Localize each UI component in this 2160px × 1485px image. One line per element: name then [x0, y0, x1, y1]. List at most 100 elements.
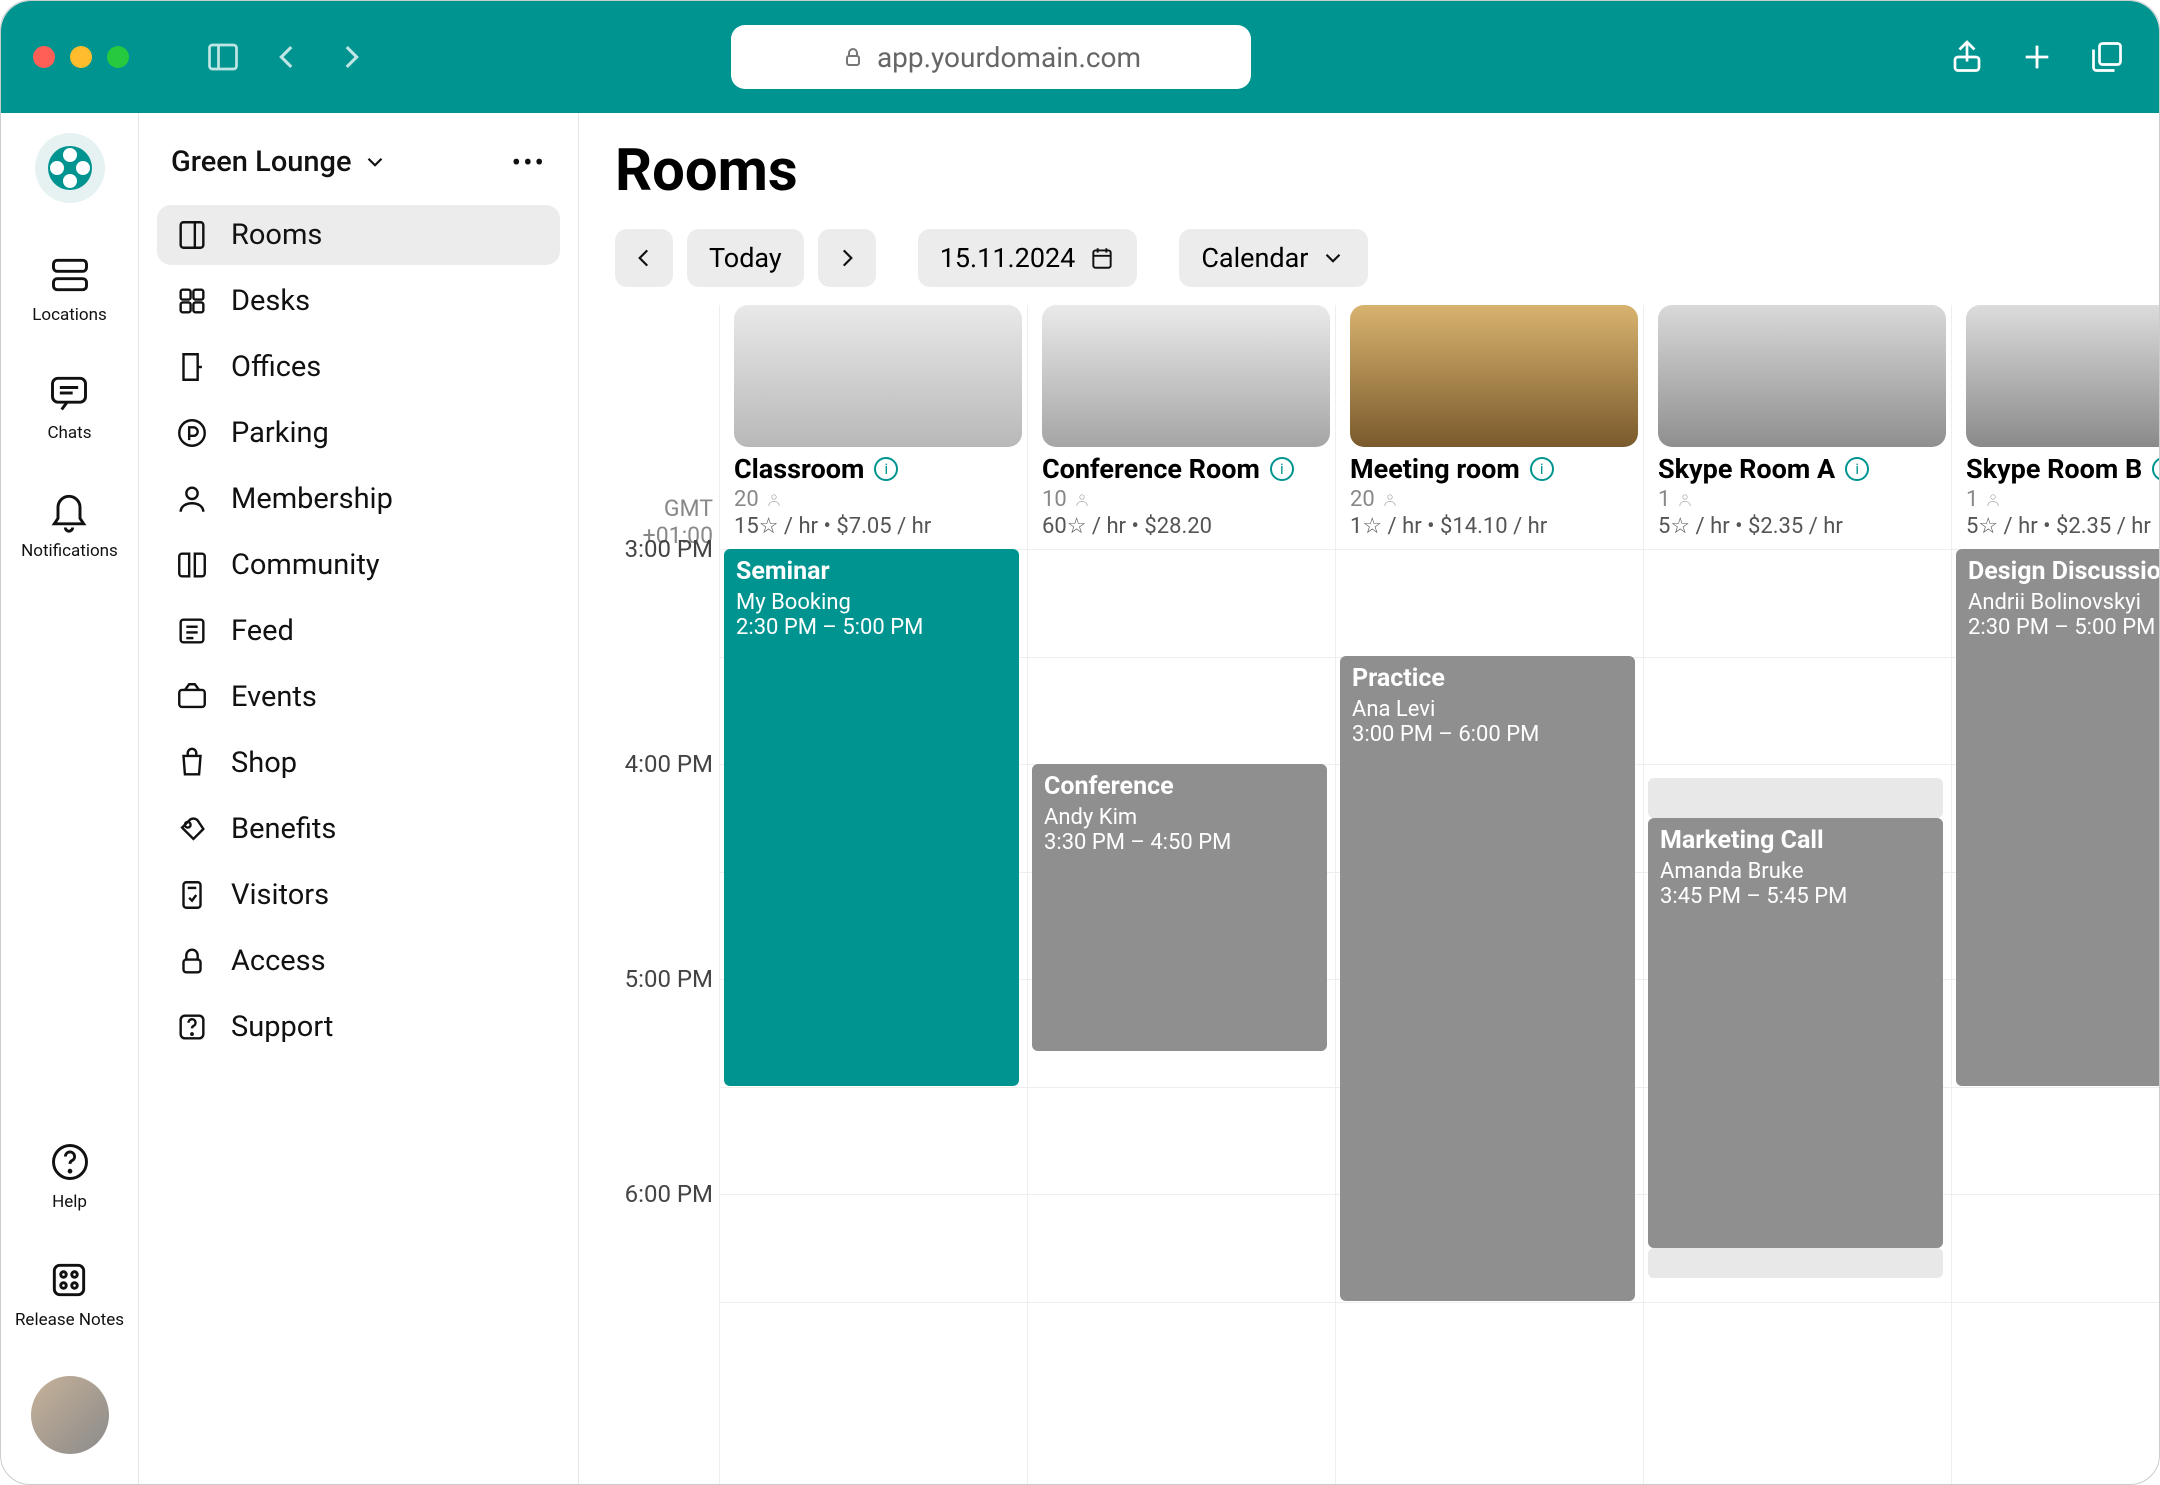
sidebar-item-support[interactable]: Support — [157, 997, 560, 1057]
rail-locations[interactable]: Locations — [32, 253, 107, 325]
sidebar-item-offices[interactable]: Offices — [157, 337, 560, 397]
rail-release-notes[interactable]: Release Notes — [15, 1258, 124, 1330]
room-grid[interactable]: Seminar My Booking 2:30 PM – 5:00 PM — [720, 549, 1027, 1409]
sidebar-item-rooms[interactable]: Rooms — [157, 205, 560, 265]
event-subtitle: Andy Kim — [1044, 805, 1315, 830]
access-icon — [175, 944, 209, 978]
new-tab-icon[interactable] — [2017, 37, 2057, 77]
booking-event[interactable]: Seminar My Booking 2:30 PM – 5:00 PM — [724, 549, 1019, 1086]
sidebar-toggle-icon[interactable] — [203, 37, 243, 77]
benefits-icon — [175, 812, 209, 846]
time-label: 4:00 PM — [625, 750, 713, 778]
today-button[interactable]: Today — [687, 229, 804, 287]
room-capacity: 1 — [1658, 487, 1670, 512]
view-selector[interactable]: Calendar — [1179, 229, 1368, 287]
person-icon — [1984, 491, 2002, 509]
prev-day-button[interactable] — [615, 229, 673, 287]
booking-event[interactable]: Design Discussion Andrii Bolinovskyi 2:3… — [1956, 549, 2159, 1086]
sidebar-item-visitors[interactable]: Visitors — [157, 865, 560, 925]
booking-event[interactable]: Marketing Call Amanda Bruke 3:45 PM – 5:… — [1648, 818, 1943, 1248]
room-grid[interactable]: Practice Ana Levi 3:00 PM – 6:00 PM — [1336, 549, 1643, 1409]
sidebar-item-access[interactable]: Access — [157, 931, 560, 991]
sidebar-item-membership[interactable]: Membership — [157, 469, 560, 529]
today-label: Today — [709, 242, 782, 274]
rail-notifications[interactable]: Notifications — [21, 489, 118, 561]
rail-label: Locations — [32, 305, 107, 325]
sidebar-item-shop[interactable]: Shop — [157, 733, 560, 793]
event-time: 2:30 PM – 5:00 PM — [1968, 615, 2159, 640]
next-day-button[interactable] — [818, 229, 876, 287]
event-title: Conference — [1044, 772, 1315, 801]
rooms-columns: Classroomi 20 15☆ / hr • $7.05 / hr Semi… — [719, 305, 2159, 1484]
date-picker[interactable]: 15.11.2024 — [918, 229, 1138, 287]
room-name: Classroom — [734, 453, 864, 485]
room-column: Classroomi 20 15☆ / hr • $7.05 / hr Semi… — [719, 305, 1027, 1484]
more-icon[interactable]: ••• — [512, 146, 546, 179]
nav-forward-icon[interactable] — [331, 37, 371, 77]
room-grid[interactable]: Marketing Call Amanda Bruke 3:45 PM – 5:… — [1644, 549, 1951, 1409]
minimize-window-icon[interactable] — [70, 46, 92, 68]
fullscreen-window-icon[interactable] — [107, 46, 129, 68]
info-icon[interactable]: i — [1530, 457, 1554, 481]
locations-icon — [48, 253, 92, 297]
chevron-down-icon — [362, 149, 388, 175]
location-name: Green Lounge — [171, 145, 352, 179]
sidebar-item-benefits[interactable]: Benefits — [157, 799, 560, 859]
room-grid[interactable]: Design Discussion Andrii Bolinovskyi 2:3… — [1952, 549, 2159, 1409]
sidebar-item-feed[interactable]: Feed — [157, 601, 560, 661]
booking-event[interactable]: Practice Ana Levi 3:00 PM – 6:00 PM — [1340, 656, 1635, 1301]
booking-padding — [1648, 778, 1943, 818]
room-rate: 1☆ / hr • $14.10 / hr — [1336, 514, 1643, 539]
share-icon[interactable] — [1947, 37, 1987, 77]
rail-label: Release Notes — [15, 1310, 124, 1330]
sidebar-item-label: Benefits — [231, 812, 336, 846]
tz-label: GMT — [664, 495, 713, 522]
room-capacity: 10 — [1042, 487, 1067, 512]
tabs-icon[interactable] — [2087, 37, 2127, 77]
info-icon[interactable]: i — [1270, 457, 1294, 481]
event-title: Seminar — [736, 557, 1007, 586]
url-text: app.yourdomain.com — [877, 41, 1141, 74]
sidebar: Green Lounge ••• Rooms Desks Offices Par… — [139, 113, 579, 1484]
event-subtitle: Andrii Bolinovskyi — [1968, 590, 2159, 615]
sidebar-item-label: Access — [231, 944, 326, 978]
room-header[interactable]: Classroomi 20 15☆ / hr • $7.05 / hr — [720, 305, 1027, 549]
bell-icon — [47, 489, 91, 533]
room-column: Conference Roomi 10 60☆ / hr • $28.20 Co… — [1027, 305, 1335, 1484]
sidebar-item-label: Community — [231, 548, 380, 582]
app-logo[interactable] — [35, 133, 105, 203]
room-rate: 5☆ / hr • $2.35 / hr — [1644, 514, 1951, 539]
rail-help[interactable]: Help — [48, 1140, 92, 1212]
rail-chats[interactable]: Chats — [47, 371, 91, 443]
person-icon — [1381, 491, 1399, 509]
room-header[interactable]: Skype Room Ai 1 5☆ / hr • $2.35 / hr — [1644, 305, 1951, 549]
lock-icon — [841, 45, 865, 69]
room-capacity: 20 — [734, 487, 759, 512]
booking-event[interactable]: Conference Andy Kim 3:30 PM – 4:50 PM — [1032, 764, 1327, 1051]
view-label: Calendar — [1201, 242, 1308, 274]
info-icon[interactable]: i — [2152, 457, 2159, 481]
room-capacity: 1 — [1966, 487, 1978, 512]
sidebar-item-parking[interactable]: Parking — [157, 403, 560, 463]
sidebar-item-community[interactable]: Community — [157, 535, 560, 595]
community-icon — [175, 548, 209, 582]
room-name: Meeting room — [1350, 453, 1520, 485]
help-icon — [48, 1140, 92, 1184]
room-column: Skype Room Bi 1 5☆ / hr • $2.35 / hr Des… — [1951, 305, 2159, 1484]
sidebar-item-desks[interactable]: Desks — [157, 271, 560, 331]
close-window-icon[interactable] — [33, 46, 55, 68]
location-selector[interactable]: Green Lounge ••• — [157, 137, 560, 187]
user-avatar[interactable] — [31, 1376, 109, 1454]
room-grid[interactable]: Conference Andy Kim 3:30 PM – 4:50 PM — [1028, 549, 1335, 1409]
room-name: Skype Room B — [1966, 453, 2142, 485]
rail-label: Notifications — [21, 541, 118, 561]
info-icon[interactable]: i — [874, 457, 898, 481]
info-icon[interactable]: i — [1845, 457, 1869, 481]
sidebar-item-events[interactable]: Events — [157, 667, 560, 727]
url-field[interactable]: app.yourdomain.com — [731, 25, 1251, 89]
room-header[interactable]: Conference Roomi 10 60☆ / hr • $28.20 — [1028, 305, 1335, 549]
event-subtitle: Ana Levi — [1352, 697, 1623, 722]
room-header[interactable]: Skype Room Bi 1 5☆ / hr • $2.35 / hr — [1952, 305, 2159, 549]
nav-back-icon[interactable] — [267, 37, 307, 77]
room-header[interactable]: Meeting roomi 20 1☆ / hr • $14.10 / hr — [1336, 305, 1643, 549]
